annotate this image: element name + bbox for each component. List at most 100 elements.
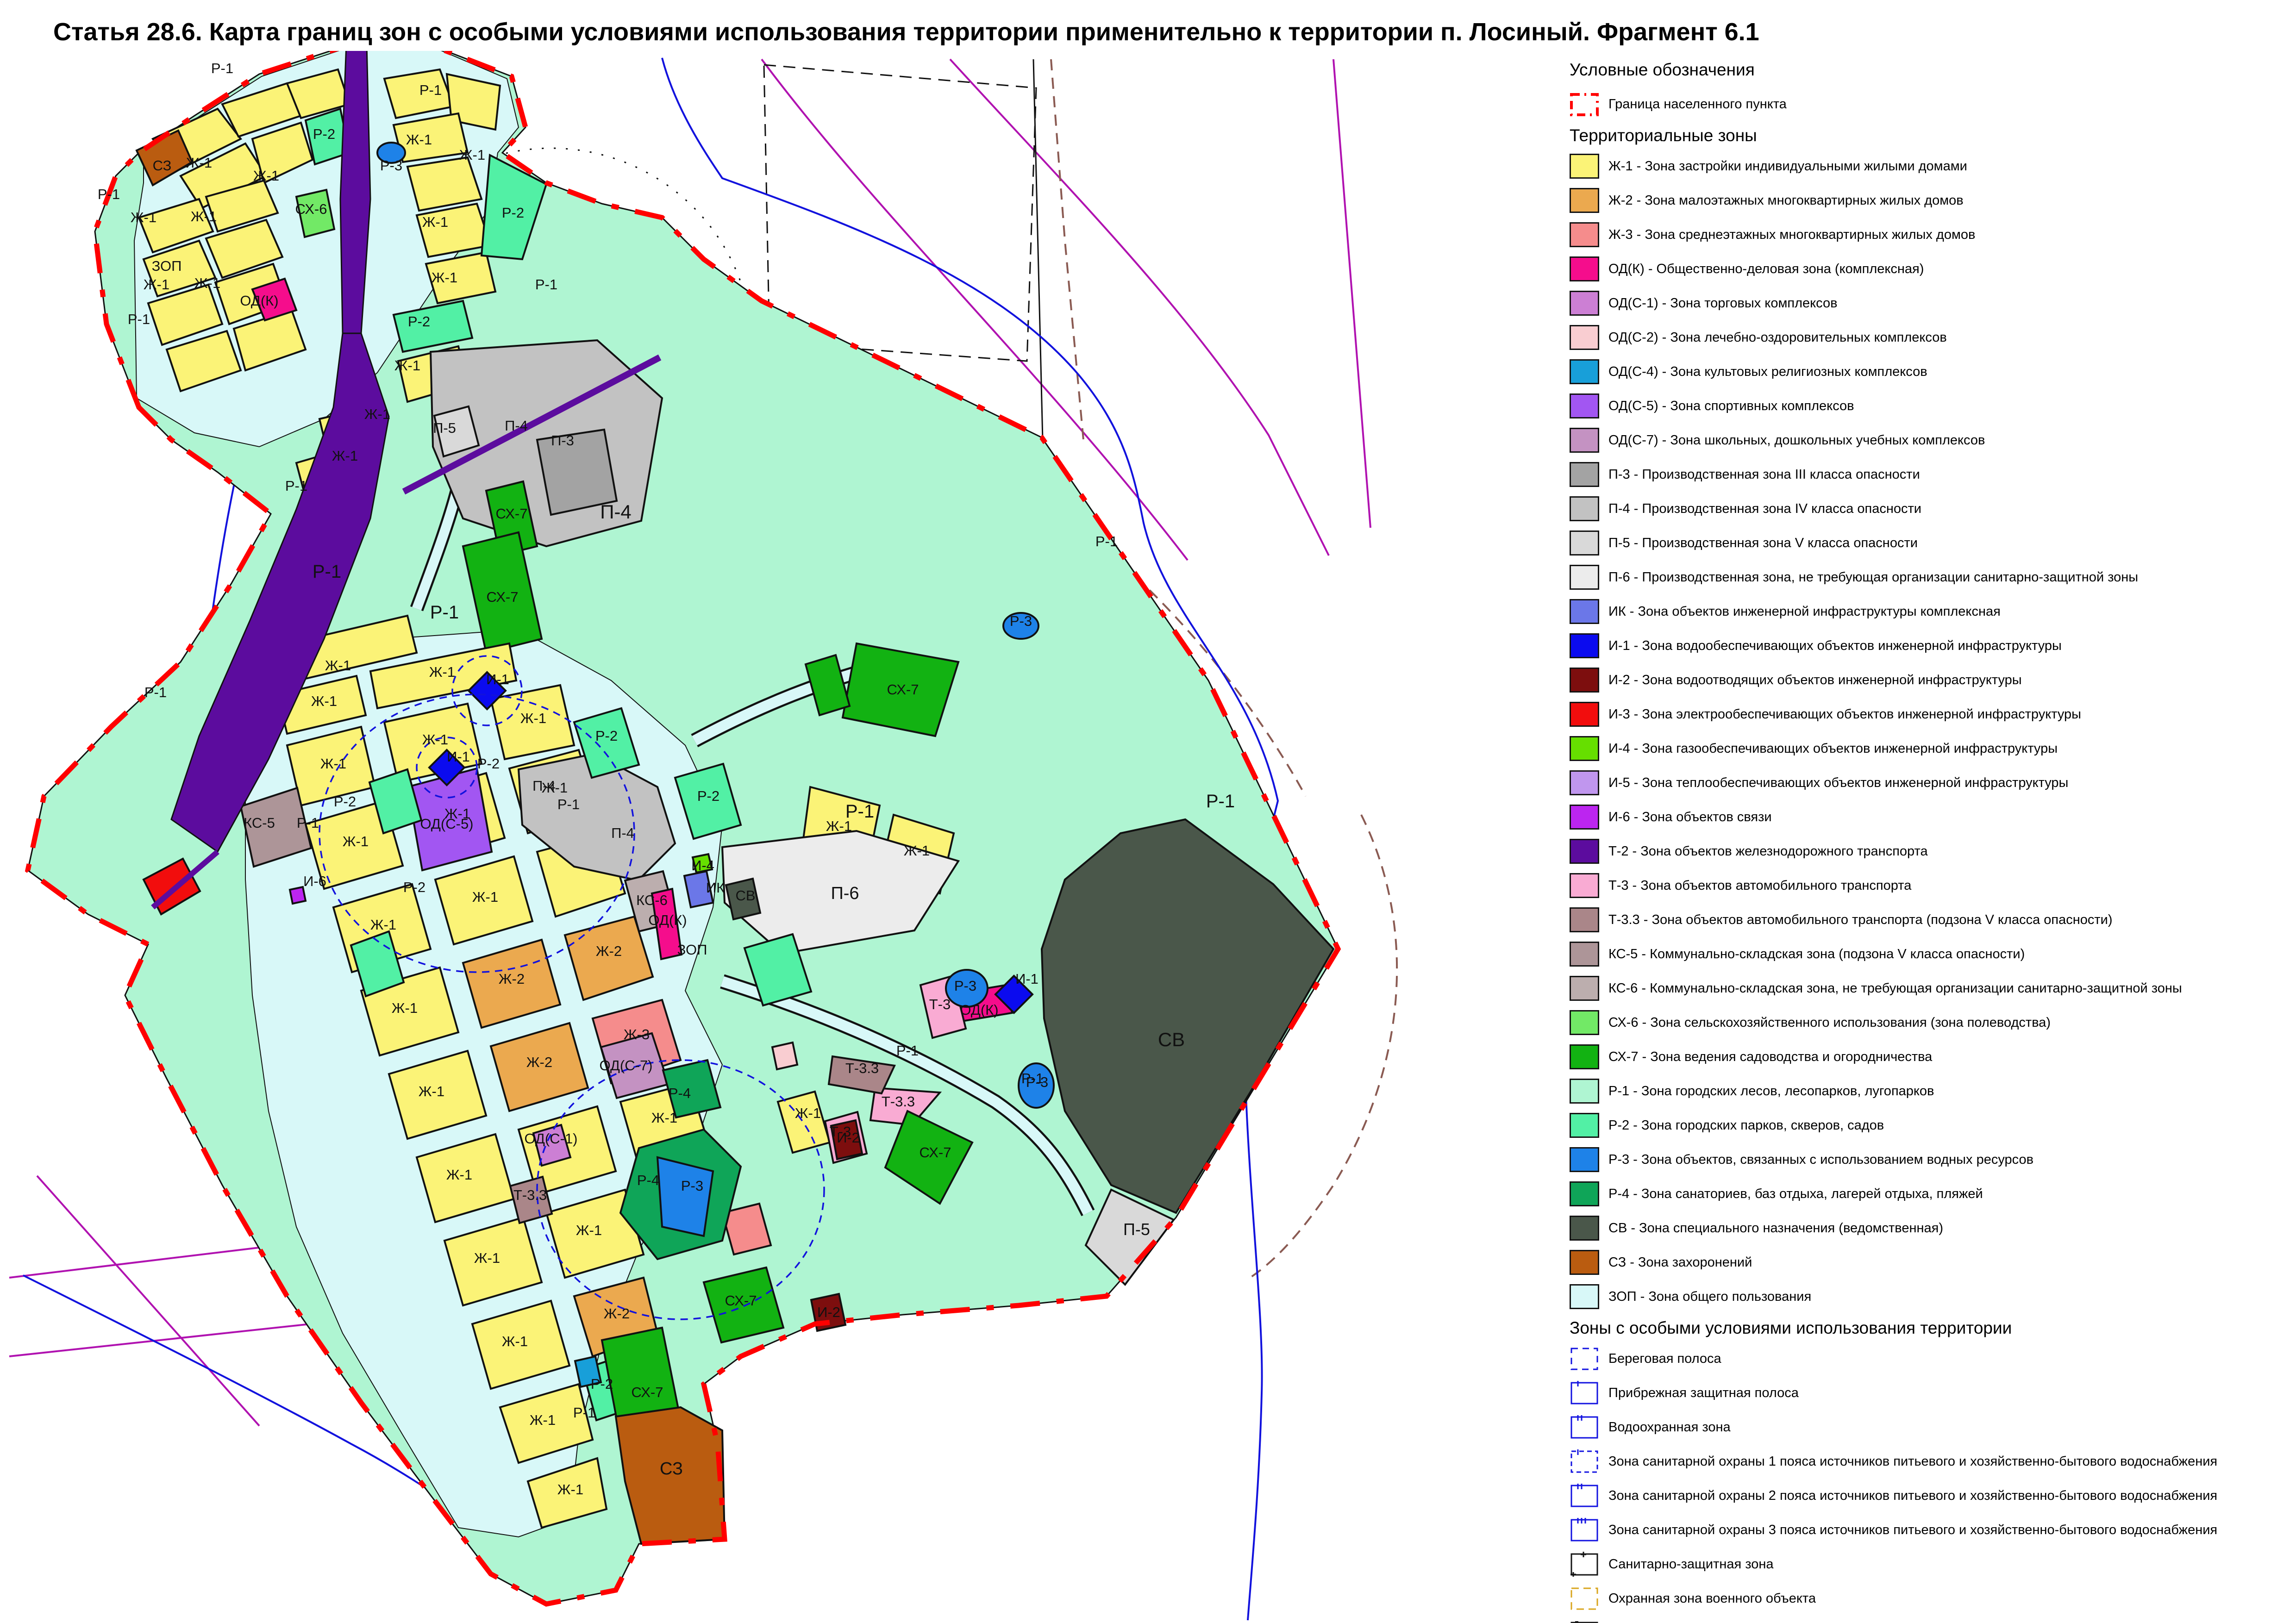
zone-label: ЗОП - Зона общего пользования: [1608, 1288, 1811, 1305]
zone-map-label: Т-3.3: [882, 1093, 915, 1110]
zone-map-label: СХ-7: [920, 1144, 951, 1161]
zone-swatch: [1570, 154, 1599, 179]
legend-zone-row: ОД(С-4) - Зона культовых религиозных ком…: [1570, 355, 2290, 389]
zone-map-label: И-4: [691, 857, 714, 874]
zone-map-label: СХ-6: [295, 201, 327, 217]
zone-map-label: Р-1: [98, 186, 120, 202]
zone-map-label: Ж-1: [576, 1222, 602, 1238]
legend-zones-header: Территориальные зоны: [1570, 126, 2290, 145]
zone-swatch: [1570, 291, 1599, 316]
zone-map-label: Ж-1: [557, 1481, 583, 1498]
zone-map-label: Т-3.3: [513, 1187, 547, 1203]
zone-map-label: СХ-7: [487, 589, 519, 605]
zone-label: П-6 - Производственная зона, не требующа…: [1608, 569, 2138, 586]
legend: Условные обозначения Граница населенного…: [1570, 59, 2290, 1623]
zone-map-label: Ж-1: [343, 833, 369, 849]
legend-zone-row: ОД(С-2) - Зона лечебно-оздоровительных к…: [1570, 320, 2290, 355]
zone-map-label: П-4: [611, 825, 634, 841]
zone-label: И-1 - Зона водообеспечивающих объектов и…: [1608, 637, 2062, 654]
zone-label: Т-3 - Зона объектов автомобильного транс…: [1608, 877, 1911, 894]
zone-map-label: Р-1: [211, 60, 233, 76]
legend-special-row: Санитарно-защитная зона: [1570, 1547, 2290, 1581]
zone-label: ОД(С-2) - Зона лечебно-оздоровительных к…: [1608, 329, 1947, 346]
zone-map-label: Ж-1: [392, 1000, 418, 1016]
zone-map-label: Р-1: [297, 815, 319, 831]
special-zone-symbol: [1570, 1620, 1599, 1623]
zone-map-label: ОД(С-7): [599, 1057, 652, 1074]
page: Статья 28.6. Карта границ зон с особыми …: [0, 0, 2296, 1623]
special-zone-symbol: [1570, 1586, 1599, 1611]
special-zone-symbol: [1570, 1552, 1599, 1577]
zone-swatch: [1570, 907, 1599, 932]
zone-map-label: Р-4: [669, 1085, 691, 1101]
zone-swatch: [1570, 736, 1599, 761]
legend-zone-row: Р-4 - Зона санаториев, баз отдыха, лагер…: [1570, 1177, 2290, 1211]
zone-map-label: Ж-1: [320, 755, 346, 772]
legend-zone-row: Р-3 - Зона объектов, связанных с использ…: [1570, 1142, 2290, 1177]
zone-map-label: Р-2: [697, 788, 719, 804]
legend-zone-row: П-3 - Производственная зона III класса о…: [1570, 457, 2290, 492]
zone-map-label: Р-2: [408, 313, 430, 330]
zone-map-label: Ж-1: [459, 147, 485, 163]
zone-map-label: Р-2: [313, 126, 335, 142]
special-zone-label: Охранная зона военного объекта: [1608, 1590, 1816, 1607]
zone-swatch: [1570, 976, 1599, 1001]
zone-map-label: Ж-1: [332, 448, 358, 464]
legend-zone-row: П-6 - Производственная зона, не требующа…: [1570, 560, 2290, 594]
zone-swatch: [1570, 1147, 1599, 1172]
legend-zones-list: Ж-1 - Зона застройки индивидуальными жил…: [1570, 149, 2290, 1314]
special-zone-label: Зона санитарной охраны 3 пояса источнико…: [1608, 1522, 2217, 1538]
zoning-map: СЗР-1Ж-1Р-2Ж-1Ж-1Р-1Ж-1Ж-1ОД(К)Р-3СХ-6Р-…: [0, 51, 1551, 1623]
zone-map-label: ЗОП: [677, 942, 707, 958]
zone-swatch: [1570, 942, 1599, 967]
zone-map-label: Р-1: [557, 796, 580, 812]
zone-label: И-4 - Зона газообеспечивающих объектов и…: [1608, 740, 2058, 757]
zone-map-label: Р-3: [380, 157, 402, 174]
zone-swatch: [1570, 1181, 1599, 1206]
legend-zone-row: Ж-1 - Зона застройки индивидуальными жил…: [1570, 149, 2290, 183]
zone-label: Ж-3 - Зона среднеэтажных многоквартирных…: [1608, 226, 1975, 243]
special-zone-label: Зона санитарной охраны 2 пояса источнико…: [1608, 1487, 2217, 1504]
zone-map-label: Ж-1: [826, 818, 852, 834]
zone-map-label: СХ-7: [632, 1384, 663, 1400]
zone-label: Р-1 - Зона городских лесов, лесопарков, …: [1608, 1083, 1934, 1099]
legend-zone-row: СЗ - Зона захоронений: [1570, 1245, 2290, 1280]
legend-zone-row: И-4 - Зона газообеспечивающих объектов и…: [1570, 731, 2290, 766]
legend-zone-row: И-6 - Зона объектов связи: [1570, 800, 2290, 834]
legend-zone-row: И-5 - Зона теплообеспечивающих объектов …: [1570, 766, 2290, 800]
zone-map-label: Ж-1: [422, 731, 448, 748]
zone-map-label: КС-5: [244, 815, 275, 831]
legend-zone-row: КС-5 - Коммунально-складская зона (подзо…: [1570, 937, 2290, 971]
zone-map-label: Ж-1: [311, 693, 337, 709]
legend-special-header: Зоны с особыми условиями использования т…: [1570, 1318, 2290, 1338]
zone-swatch: [1570, 1216, 1599, 1241]
zone-map-label: И-1: [447, 749, 470, 765]
zone-swatch: [1570, 873, 1599, 898]
zone-label: Р-3 - Зона объектов, связанных с использ…: [1608, 1151, 2033, 1168]
zone-label: СЗ - Зона захоронений: [1608, 1254, 1752, 1271]
zone-swatch: [1570, 770, 1599, 795]
zone-map-label: Ж-1: [542, 780, 568, 796]
special-zone-symbol: [1570, 1449, 1599, 1474]
zone-map-label: Ж-1: [422, 214, 448, 230]
legend-zone-row: ЗОП - Зона общего пользования: [1570, 1280, 2290, 1314]
zone-label: ОД(С-5) - Зона спортивных комплексов: [1608, 398, 1854, 414]
zone-map-label: Р-1: [313, 562, 341, 582]
zone-map-label: Ж-1: [186, 155, 212, 171]
special-zone-symbol: [1570, 1517, 1599, 1542]
legend-zone-row: И-1 - Зона водообеспечивающих объектов и…: [1570, 629, 2290, 663]
zone-map-label: Р-1: [430, 602, 459, 623]
zone-swatch: [1570, 702, 1599, 727]
settlement-area: [28, 51, 1338, 1604]
zone-map-label: И-1: [1015, 971, 1039, 987]
zone-map-label: Р-1: [896, 1042, 919, 1059]
zone-map-label: Р-2: [595, 728, 618, 744]
zone-map-label: Ж-2: [596, 943, 622, 959]
zone-swatch: [1570, 462, 1599, 487]
zone-swatch: [1570, 325, 1599, 350]
zone-swatch: [1570, 839, 1599, 864]
legend-special-list: Береговая полосаПрибрежная защитная поло…: [1570, 1342, 2290, 1623]
legend-zone-row: П-4 - Производственная зона IV класса оп…: [1570, 492, 2290, 526]
zone-map-label: П-5: [433, 420, 456, 436]
zone-map-label: И-1: [486, 671, 509, 687]
